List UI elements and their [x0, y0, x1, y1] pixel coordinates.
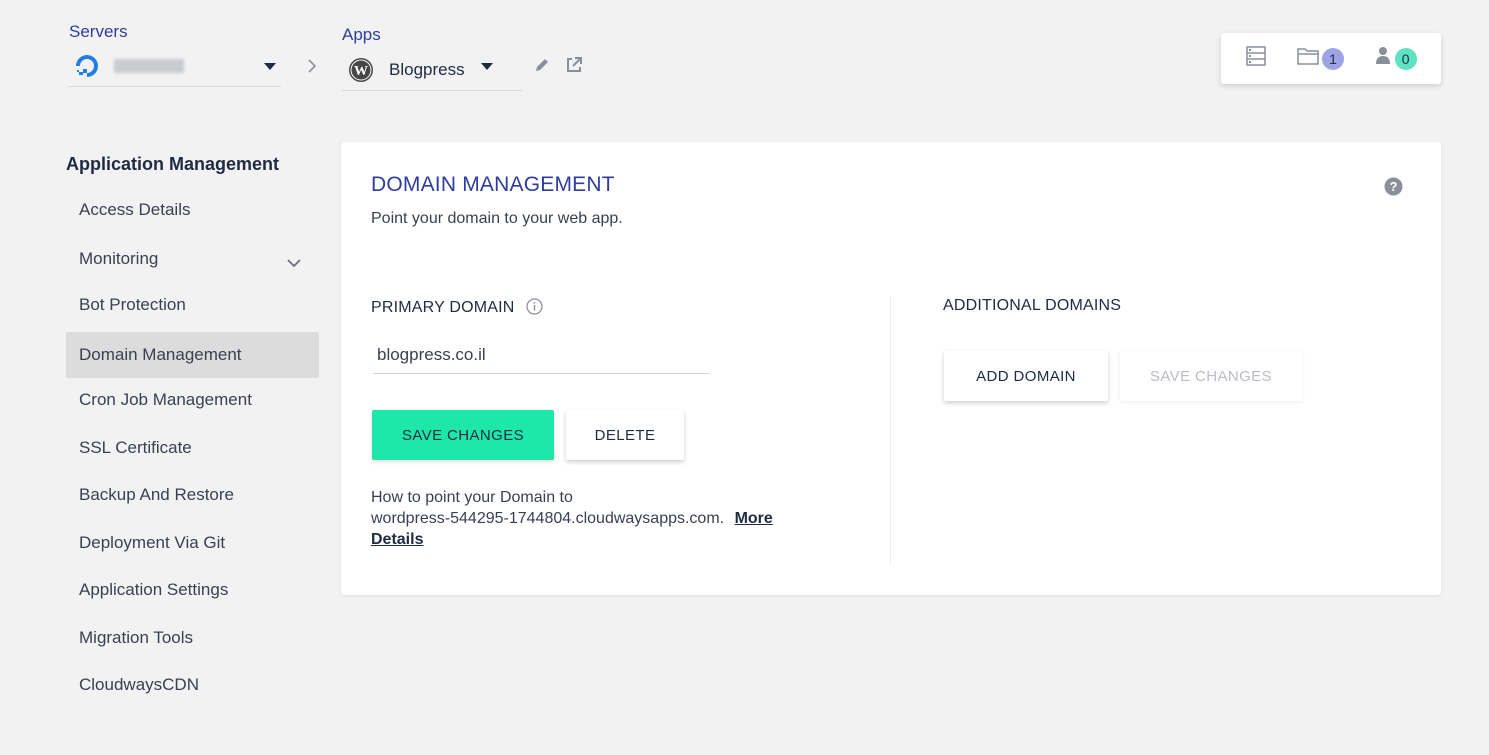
pointing-help-text: How to point your Domain to wordpress-54…: [371, 487, 821, 550]
delete-button[interactable]: DELETE: [566, 410, 684, 460]
sidebar-item-label: Migration Tools: [79, 628, 194, 647]
wordpress-icon: W: [348, 57, 374, 83]
apps-label: Apps: [342, 25, 381, 44]
sidebar-item-cron-job-management[interactable]: Cron Job Management: [66, 377, 319, 423]
chevron-down-icon: [286, 253, 302, 273]
caret-down-icon[interactable]: [264, 62, 276, 70]
sidebar-title: Application Management: [66, 154, 280, 174]
sidebar-item-label: Monitoring: [79, 249, 159, 268]
sidebar-item-label: SSL Certificate: [79, 438, 192, 457]
sidebar-item-label: Bot Protection: [79, 295, 186, 314]
user-icon: [1373, 45, 1393, 72]
sidebar-item-deployment-via-git[interactable]: Deployment Via Git: [66, 520, 319, 566]
projects-button[interactable]: 1: [1296, 45, 1344, 72]
sidebar-item-backup-and-restore[interactable]: Backup And Restore: [66, 472, 319, 518]
primary-domain-input[interactable]: [373, 345, 709, 374]
primary-save-changes-button[interactable]: SAVE CHANGES: [372, 410, 554, 460]
app-selector[interactable]: W Blogpress: [342, 50, 522, 91]
sidebar-item-label: Access Details: [79, 200, 191, 219]
sidebar-item-label: Application Settings: [79, 580, 229, 599]
primary-domain-heading: PRIMARY DOMAIN: [371, 299, 515, 316]
sidebar-item-application-settings[interactable]: Application Settings: [66, 567, 319, 613]
header-counters: 1 0: [1221, 33, 1441, 84]
sidebar-item-domain-management[interactable]: Domain Management: [66, 332, 319, 378]
section-divider: [890, 296, 891, 566]
app-name: Blogpress: [389, 60, 465, 79]
sidebar-item-label: Domain Management: [79, 345, 242, 364]
sidebar-item-label: CloudwaysCDN: [79, 675, 199, 694]
sidebar-item-label: Deployment Via Git: [79, 533, 226, 552]
edit-pencil-icon[interactable]: [534, 57, 550, 78]
sidebar-item-label: Backup And Restore: [79, 485, 234, 504]
sidebar-item-monitoring[interactable]: Monitoring: [66, 236, 319, 282]
panel-title: DOMAIN MANAGEMENT: [371, 173, 615, 196]
server-name-redacted: [114, 59, 184, 73]
sidebar-item-access-details[interactable]: Access Details: [66, 187, 319, 233]
info-icon[interactable]: [526, 298, 543, 320]
digitalocean-icon: [74, 53, 100, 79]
team-count-badge: 0: [1394, 47, 1417, 70]
external-link-icon[interactable]: [565, 56, 583, 79]
folder-icon: [1296, 45, 1320, 72]
help-line-1: How to point your Domain to: [371, 489, 573, 506]
add-domain-button[interactable]: ADD DOMAIN: [944, 351, 1108, 401]
panel-subtitle: Point your domain to your web app.: [371, 210, 623, 227]
sidebar-item-cloudwayscdn[interactable]: CloudwaysCDN: [66, 662, 319, 708]
svg-text:?: ?: [1390, 179, 1398, 194]
chevron-right-icon: [306, 58, 318, 79]
projects-count-badge: 1: [1321, 47, 1344, 70]
additional-domains-heading: ADDITIONAL DOMAINS: [943, 297, 1122, 314]
sidebar-item-migration-tools[interactable]: Migration Tools: [66, 615, 319, 661]
servers-label: Servers: [69, 22, 128, 41]
servers-list-button[interactable]: [1245, 45, 1267, 72]
team-button[interactable]: 0: [1373, 45, 1417, 72]
server-list-icon: [1245, 45, 1267, 72]
caret-down-icon[interactable]: [481, 62, 493, 70]
additional-save-changes-button: SAVE CHANGES: [1120, 351, 1302, 401]
help-line-2: wordpress-544295-1744804.cloudwaysapps.c…: [371, 510, 725, 527]
help-question-icon[interactable]: ?: [1384, 177, 1403, 201]
sidebar-item-ssl-certificate[interactable]: SSL Certificate: [66, 425, 319, 471]
sidebar-item-label: Cron Job Management: [79, 390, 252, 409]
sidebar-item-bot-protection[interactable]: Bot Protection: [66, 282, 319, 328]
server-selector[interactable]: [68, 46, 281, 87]
svg-text:W: W: [354, 64, 368, 79]
help-line-2-wrap: wordpress-544295-1744804.cloudwaysapps.c…: [371, 508, 821, 550]
